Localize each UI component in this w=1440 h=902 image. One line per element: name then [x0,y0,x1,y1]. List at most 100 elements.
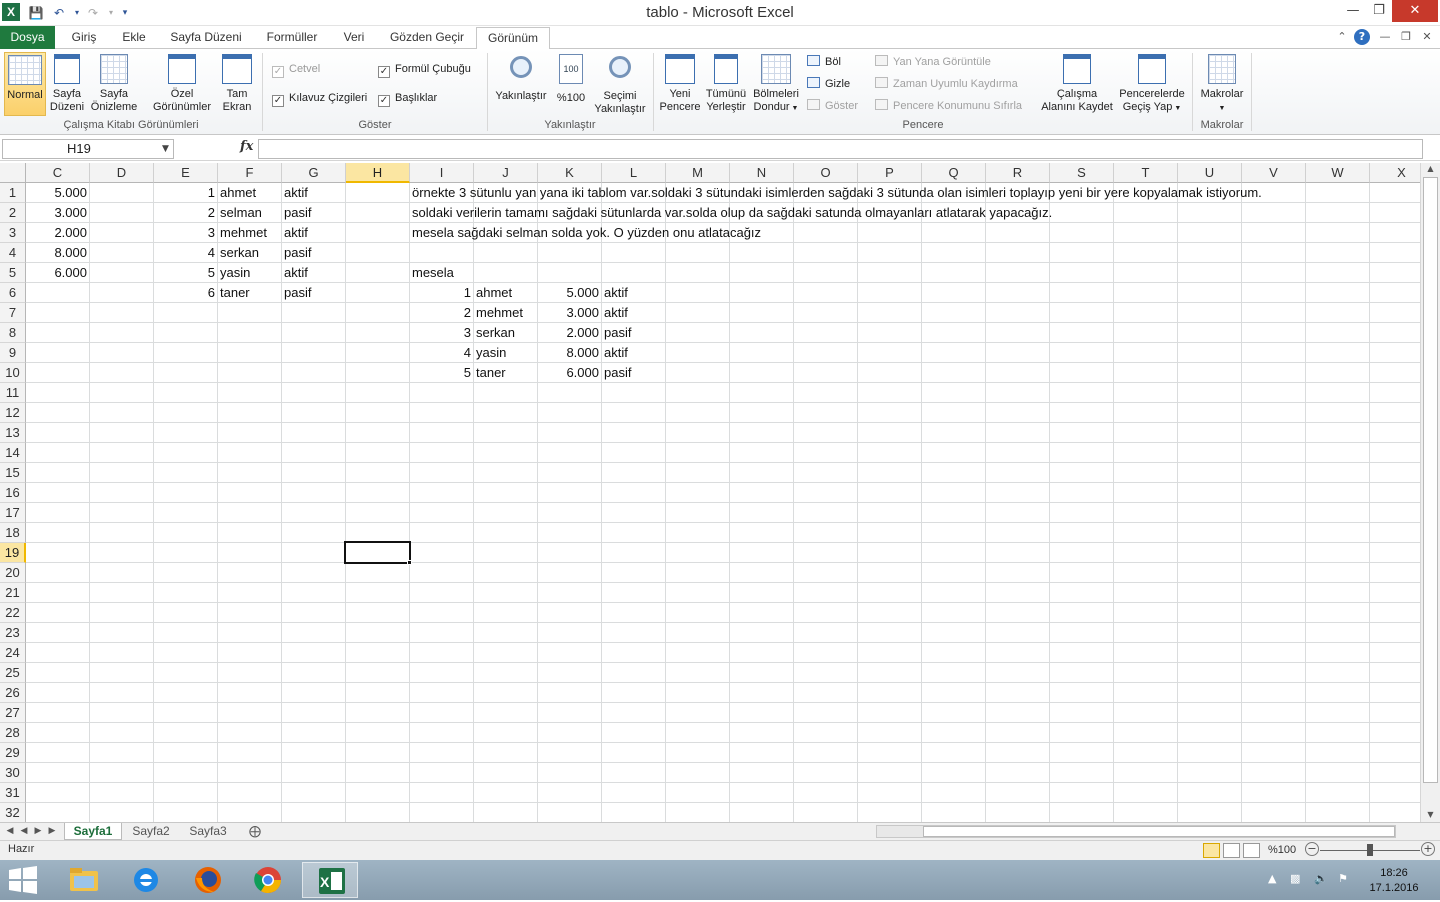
unhide-button[interactable]: Göster [807,99,858,112]
row-header-23[interactable]: 23 [0,623,26,643]
row-header-18[interactable]: 18 [0,523,26,543]
row-header-15[interactable]: 15 [0,463,26,483]
cell-e1[interactable]: 1 [154,183,217,203]
cell-l10[interactable]: pasif [602,363,633,383]
prev-sheet-icon[interactable]: ◀ [18,824,30,838]
chrome-icon[interactable] [240,862,296,898]
cell-e2[interactable]: 2 [154,203,217,223]
volume-icon[interactable]: 🔈 [1314,872,1328,885]
column-header-q[interactable]: Q [922,163,986,183]
cell-i2[interactable]: soldaki verilerin tamamı sağdaki sütunla… [410,203,1054,223]
restore-icon[interactable]: ❐ [1366,0,1392,22]
split-button[interactable]: Böl [807,55,841,68]
cell-c2[interactable]: 3.000 [26,203,89,223]
scroll-down-icon[interactable]: ▼ [1423,809,1438,821]
tab-gozden-gecir[interactable]: Gözden Geçir [382,27,472,49]
cell-e4[interactable]: 4 [154,243,217,263]
cell-i7[interactable]: 2 [410,303,473,323]
row-header-20[interactable]: 20 [0,563,26,583]
row-header-16[interactable]: 16 [0,483,26,503]
cell-c3[interactable]: 2.000 [26,223,89,243]
cell-f1[interactable]: ahmet [218,183,258,203]
reset-position-button[interactable]: Pencere Konumunu Sıfırla [875,99,1022,112]
zoom-100-button[interactable]: 100 %100 [552,52,590,105]
cell-j8[interactable]: serkan [474,323,517,343]
custom-views-button[interactable]: Özel Görünümler [150,52,214,114]
column-header-t[interactable]: T [1114,163,1178,183]
tab-sayfa-duzeni[interactable]: Sayfa Düzeni [162,27,250,49]
cell-f6[interactable]: taner [218,283,252,303]
side-by-side-button[interactable]: Yan Yana Görüntüle [875,55,991,68]
name-box[interactable]: H19 [2,139,174,159]
close-icon[interactable]: ✕ [1392,0,1438,22]
row-header-21[interactable]: 21 [0,583,26,603]
spreadsheet-grid[interactable]: C D E F G H I J K L M N O P Q R S T U V W X 1 2 3 4 5 6 7 8 9 10 11 12 13 1… [0,163,1420,823]
cell-j10[interactable]: taner [474,363,508,383]
row-header-4[interactable]: 4 [0,243,26,263]
cell-e3[interactable]: 3 [154,223,217,243]
page-break-status-icon[interactable] [1243,843,1260,858]
row-header-13[interactable]: 13 [0,423,26,443]
page-layout-status-icon[interactable] [1223,843,1240,858]
windows-start-icon[interactable] [6,865,40,895]
hide-button[interactable]: Gizle [807,77,850,90]
sheet-tab-sayfa2[interactable]: Sayfa2 [126,823,176,840]
cell-l6[interactable]: aktif [602,283,630,303]
minimize-icon[interactable]: — [1340,0,1366,22]
workbook-close-icon[interactable]: ✕ [1419,29,1435,45]
cell-i3[interactable]: mesela sağdaki selman solda yok. O yüzde… [410,223,763,243]
cell-f3[interactable]: mehmet [218,223,269,243]
row-header-26[interactable]: 26 [0,683,26,703]
internet-explorer-icon[interactable] [118,862,174,898]
column-header-c[interactable]: C [26,163,90,183]
cell-j9[interactable]: yasin [474,343,508,363]
network-icon[interactable]: ▩ [1290,872,1300,885]
gridlines-checkbox[interactable]: ✓ Kılavuz Çizgileri [272,92,367,107]
column-header-f[interactable]: F [218,163,282,183]
fill-handle[interactable] [407,560,412,565]
row-header-29[interactable]: 29 [0,743,26,763]
column-header-v[interactable]: V [1242,163,1306,183]
zoom-in-icon[interactable]: + [1421,842,1435,856]
column-header-d[interactable]: D [90,163,154,183]
row-header-17[interactable]: 17 [0,503,26,523]
column-header-j[interactable]: J [474,163,538,183]
cell-i9[interactable]: 4 [410,343,473,363]
row-header-25[interactable]: 25 [0,663,26,683]
cell-k6[interactable]: 5.000 [538,283,601,303]
row-header-2[interactable]: 2 [0,203,26,223]
row-header-1[interactable]: 1 [0,183,26,203]
headings-checkbox[interactable]: ✓ Başlıklar [378,92,437,107]
cell-k8[interactable]: 2.000 [538,323,601,343]
cell-c1[interactable]: 5.000 [26,183,89,203]
sheet-tab-sayfa1[interactable]: Sayfa1 [64,823,122,840]
column-header-w[interactable]: W [1306,163,1370,183]
row-header-8[interactable]: 8 [0,323,26,343]
macros-button[interactable]: Makrolar ▼ [1196,52,1248,115]
firefox-icon[interactable] [180,862,236,898]
row-header-27[interactable]: 27 [0,703,26,723]
excel-icon[interactable]: X [302,862,358,898]
column-header-g[interactable]: G [282,163,346,183]
cell-c5[interactable]: 6.000 [26,263,89,283]
cell-f4[interactable]: serkan [218,243,261,263]
normal-view-button[interactable]: Normal [4,52,46,116]
zoom-button[interactable]: Yakınlaştır [492,52,550,103]
switch-windows-button[interactable]: Pencerelerde Geçiş Yap ▼ [1118,52,1186,115]
column-header-n[interactable]: N [730,163,794,183]
cell-g6[interactable]: pasif [282,283,313,303]
zoom-slider-thumb[interactable] [1367,844,1373,856]
cell-j7[interactable]: mehmet [474,303,525,323]
cell-l9[interactable]: aktif [602,343,630,363]
column-header-i[interactable]: I [410,163,474,183]
cell-f2[interactable]: selman [218,203,264,223]
cell-i1[interactable]: örnekte 3 sütunlu yan yana iki tablom va… [410,183,1264,203]
cell-j6[interactable]: ahmet [474,283,514,303]
horizontal-scrollbar[interactable] [876,825,1396,838]
row-header-32[interactable]: 32 [0,803,26,823]
cell-l8[interactable]: pasif [602,323,633,343]
row-header-3[interactable]: 3 [0,223,26,243]
cell-e6[interactable]: 6 [154,283,217,303]
taskbar-clock[interactable]: 18:26 17.1.2016 [1368,866,1420,896]
tab-ekle[interactable]: Ekle [112,27,156,49]
